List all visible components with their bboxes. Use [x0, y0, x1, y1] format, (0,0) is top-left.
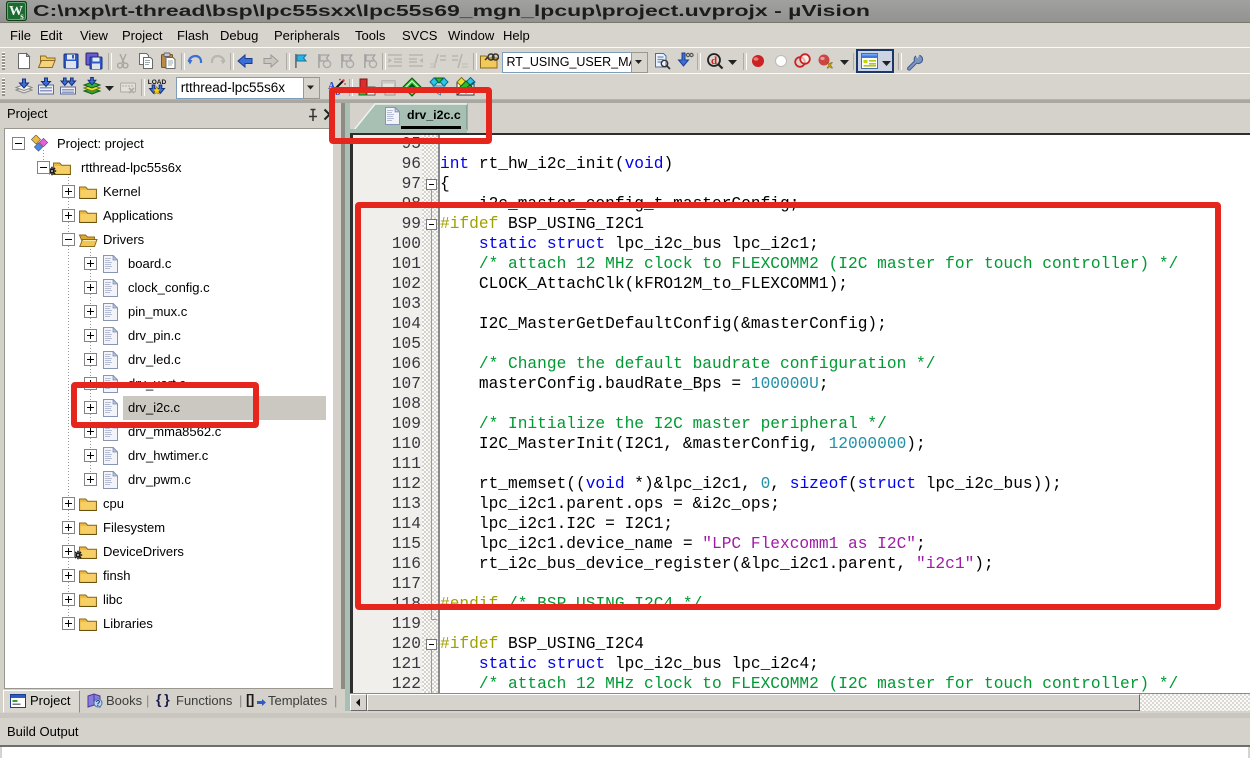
svg-text:d: d	[711, 55, 717, 67]
svg-text:x: x	[827, 60, 833, 71]
svg-text:LOAD: LOAD	[148, 79, 167, 86]
svg-text:s: s	[20, 11, 24, 21]
svg-text:?: ?	[96, 699, 101, 708]
